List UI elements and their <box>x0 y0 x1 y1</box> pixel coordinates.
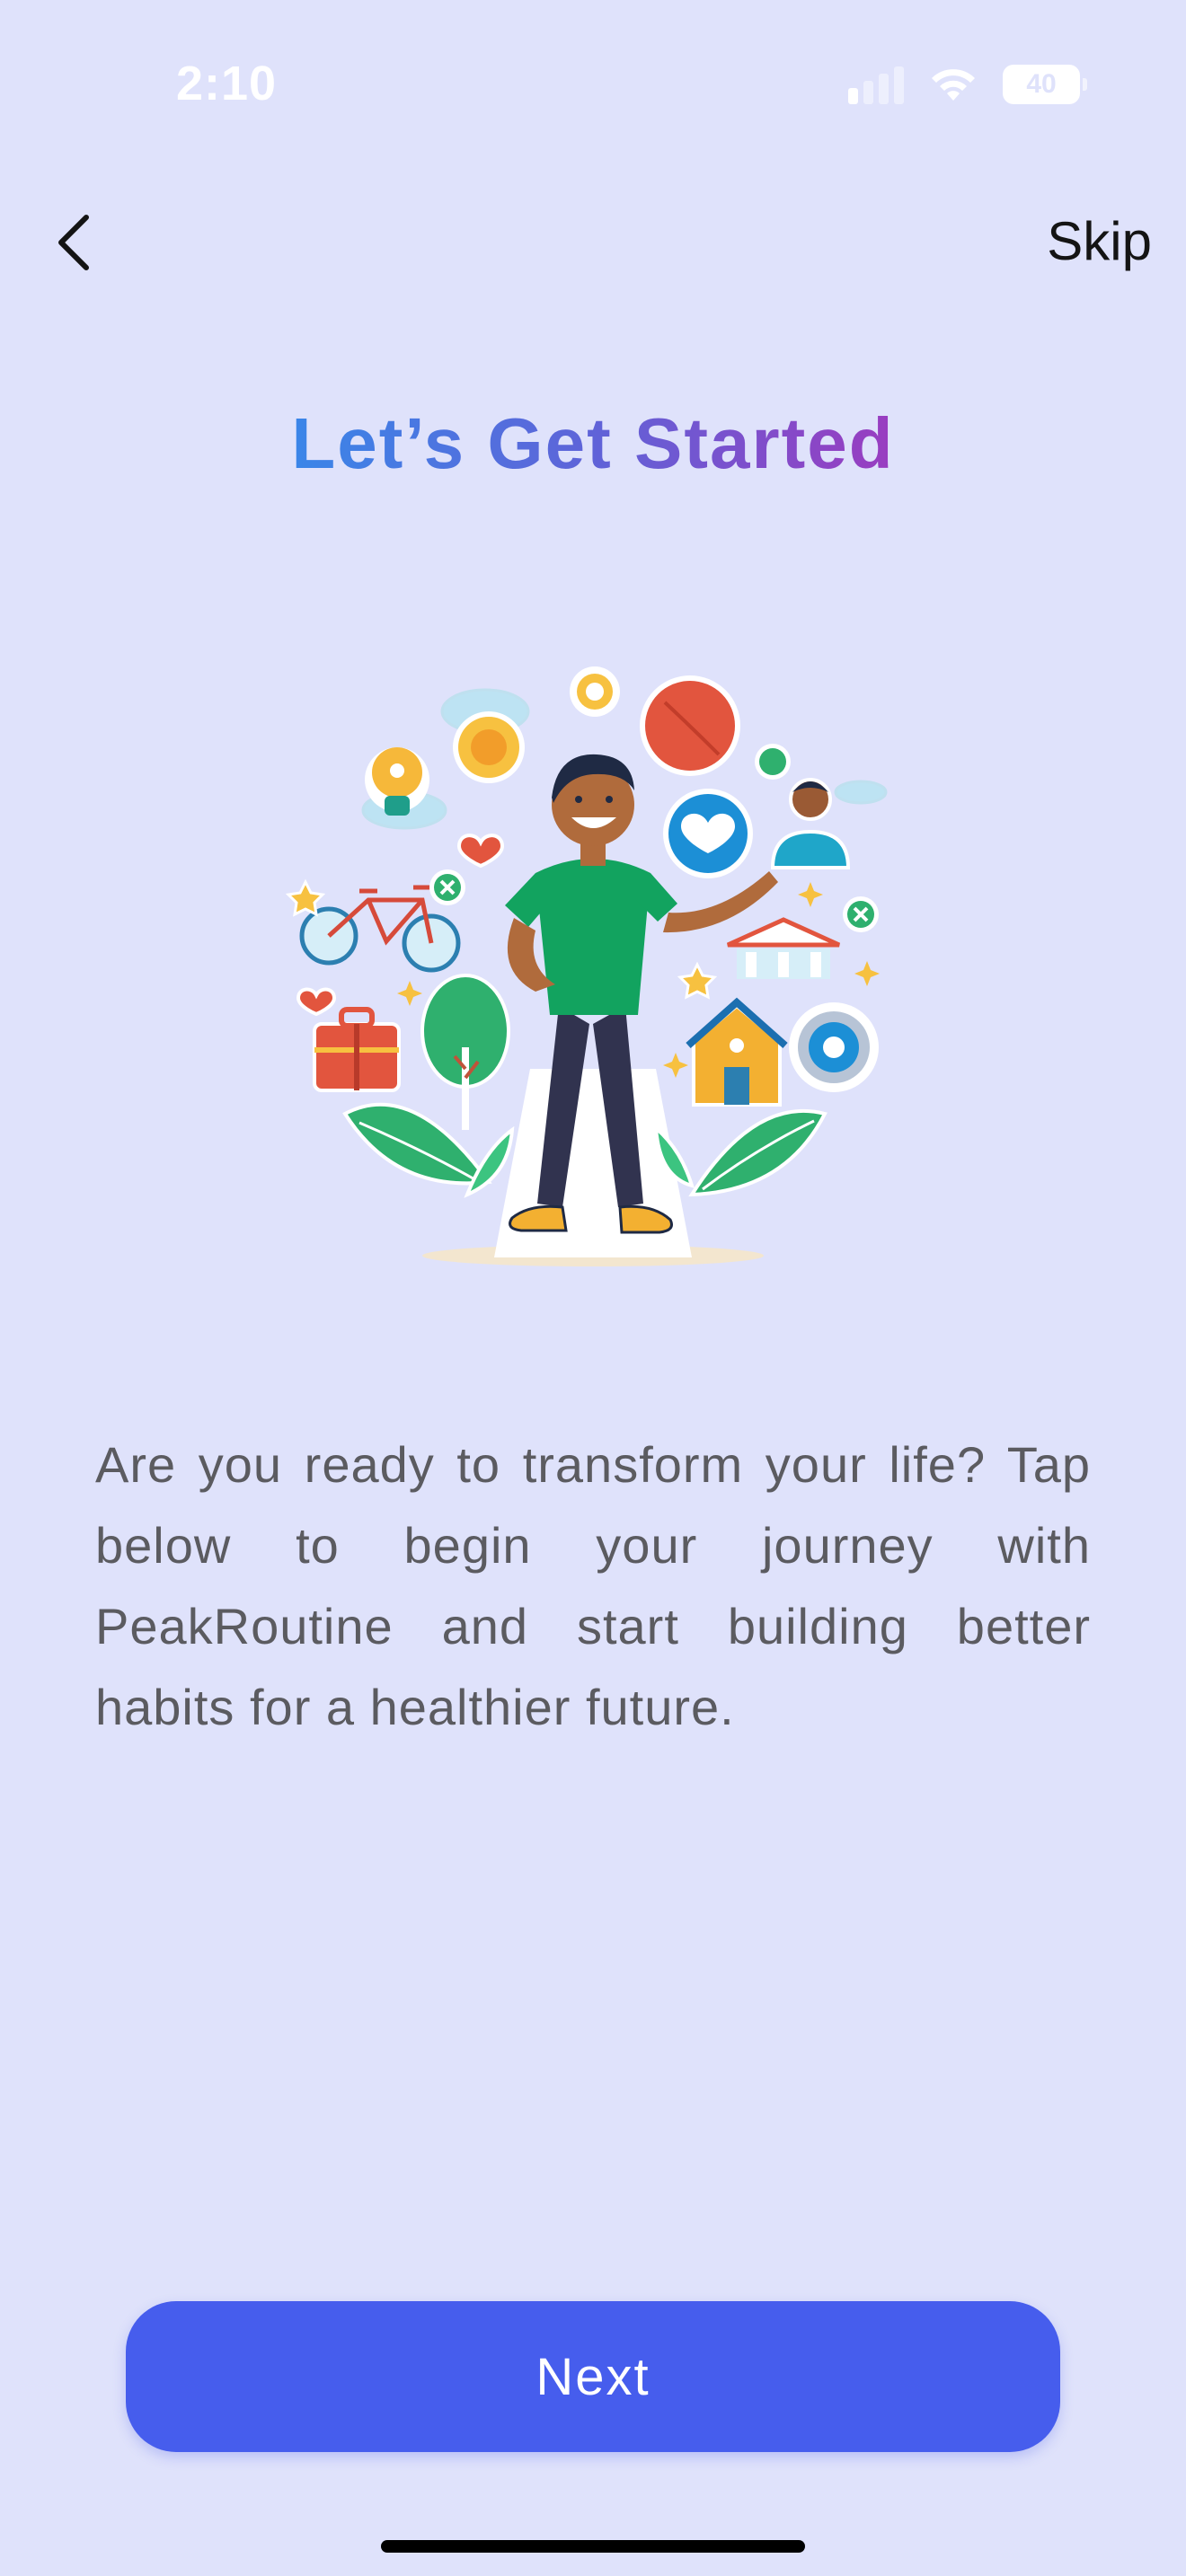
gear-icon <box>789 1002 879 1092</box>
cellular-signal-icon <box>848 65 904 104</box>
sparkle-icon <box>798 882 823 907</box>
suitcase-icon <box>313 1007 401 1092</box>
description-text: Are you ready to transform your life? Ta… <box>95 1436 1091 1735</box>
page-title-text: Let’s Get Started <box>291 403 895 483</box>
sparkle-icon <box>663 1053 688 1078</box>
skip-button[interactable]: Skip <box>1047 210 1152 272</box>
ball-icon <box>640 675 740 776</box>
status-bar: 2:10 40 <box>0 0 1186 171</box>
sparkle-icon <box>397 981 422 1006</box>
home-indicator[interactable] <box>381 2540 805 2553</box>
heart-bubble-icon <box>663 789 753 878</box>
small-sun-icon <box>570 666 620 717</box>
back-button[interactable] <box>49 208 102 277</box>
leaf-icon <box>342 1102 515 1198</box>
leaf-icon <box>653 1108 828 1197</box>
star-icon <box>677 961 718 1000</box>
bank-icon <box>726 917 841 979</box>
tree-icon <box>420 974 510 1130</box>
chevron-left-icon <box>58 215 89 270</box>
next-button[interactable]: Next <box>126 2301 1060 2452</box>
house-icon <box>686 997 788 1107</box>
heart-icon <box>296 987 337 1017</box>
sun-icon <box>453 711 525 783</box>
status-icons: 40 <box>848 65 1087 104</box>
sparkle-icon <box>854 961 880 986</box>
close-badge-icon <box>429 869 465 905</box>
wifi-icon <box>932 69 975 101</box>
heart-icon <box>456 834 505 869</box>
battery-icon: 40 <box>1003 65 1087 104</box>
music-badge-icon <box>755 744 791 780</box>
healthy-lifestyle-illustration <box>285 666 888 1266</box>
page-title: Let’s Get Started <box>0 402 1186 485</box>
status-time: 2:10 <box>176 57 278 110</box>
close-badge-icon <box>843 896 879 932</box>
